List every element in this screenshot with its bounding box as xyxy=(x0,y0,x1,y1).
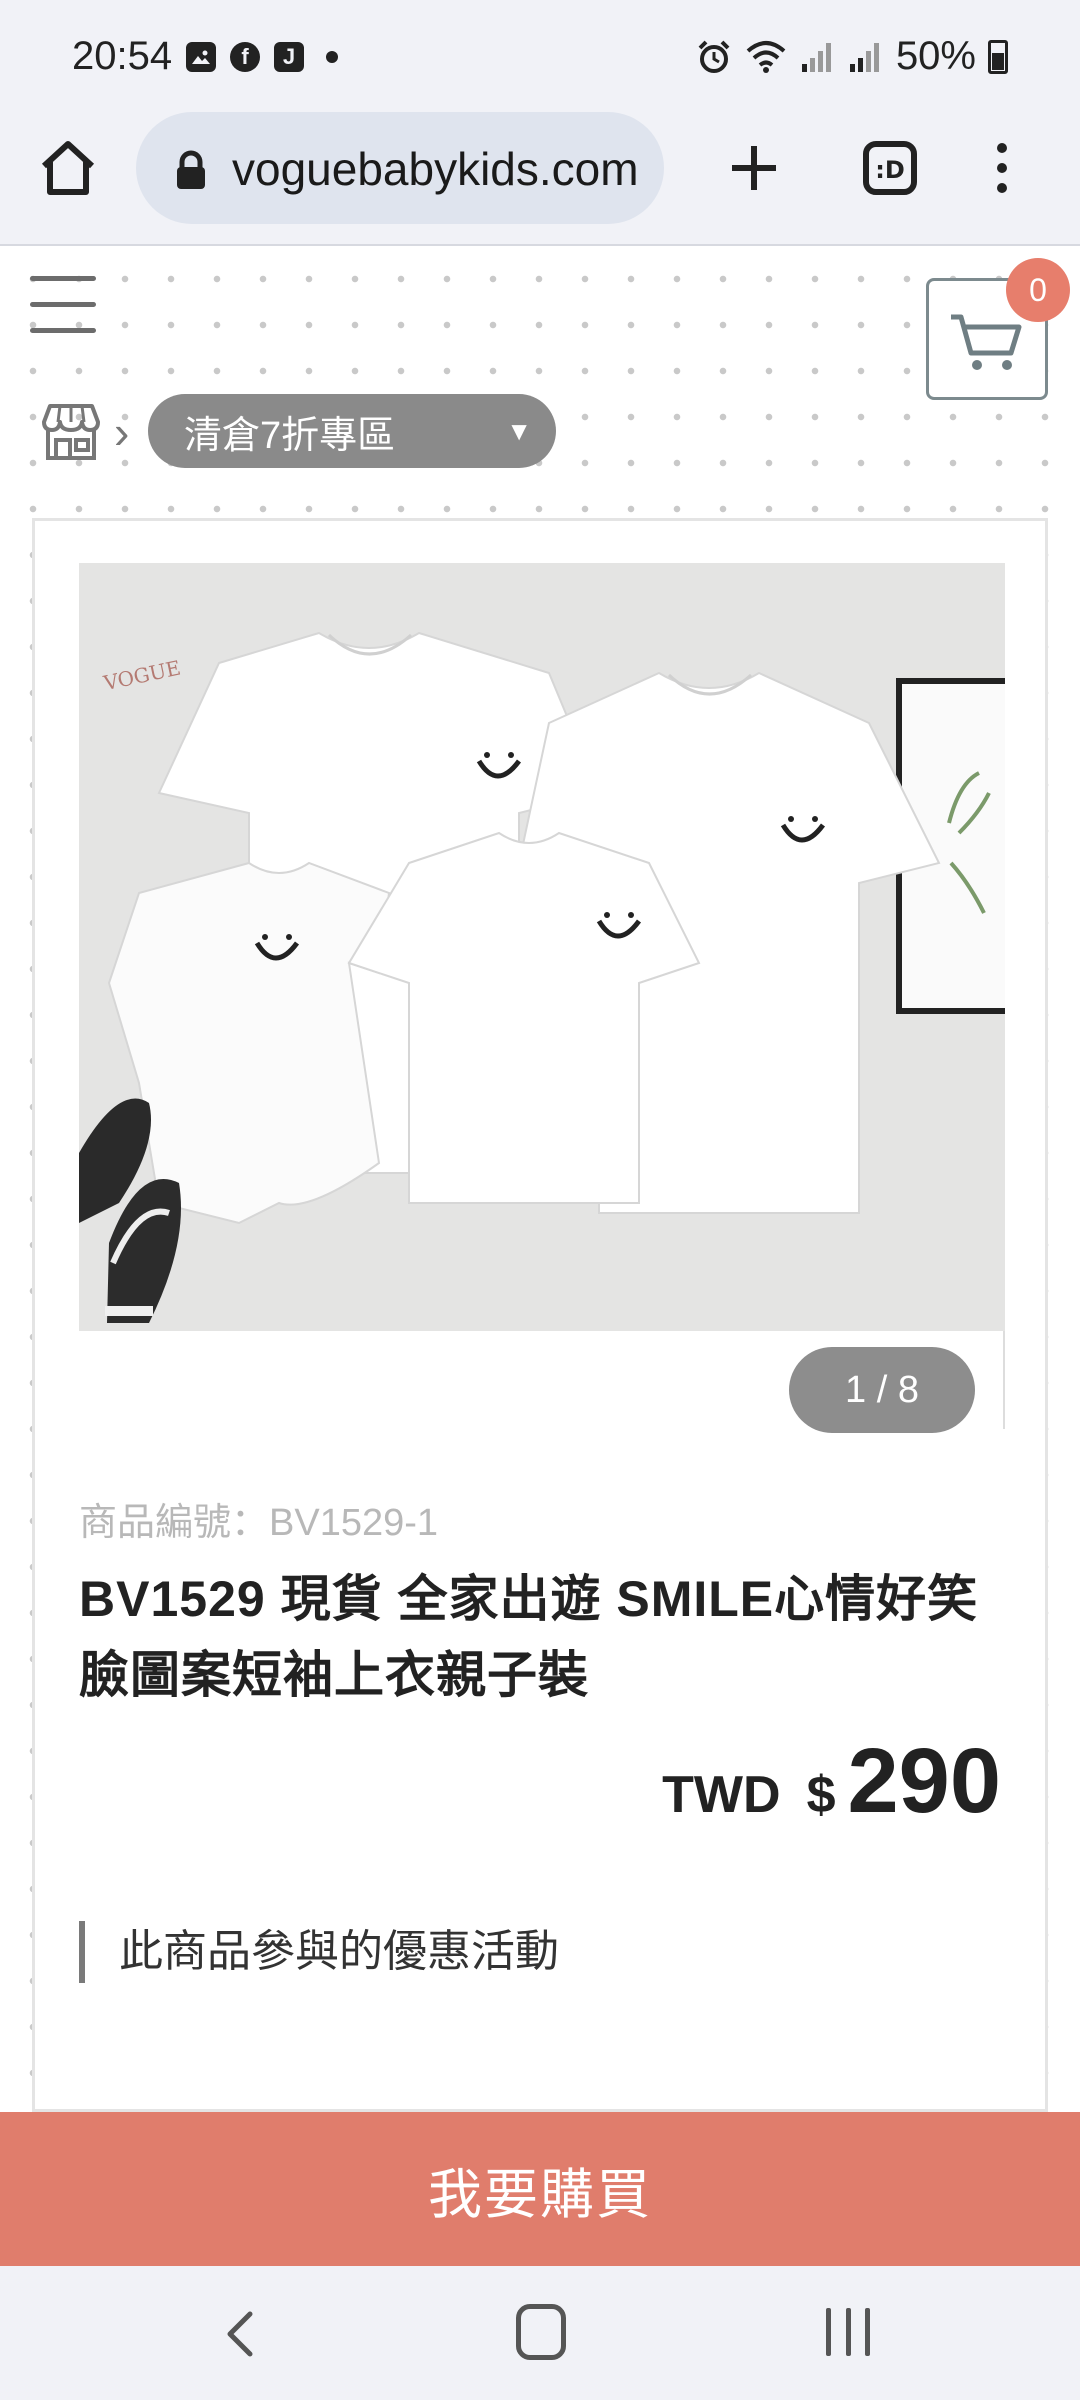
status-notification-icons: f J xyxy=(186,42,338,72)
dropdown-arrow-icon: ▼ xyxy=(506,416,532,446)
product-title: BV1529 現貨 全家出遊 SMILE心情好笑臉圖案短袖上衣親子裝 xyxy=(79,1571,979,1703)
store-icon[interactable] xyxy=(38,400,104,464)
system-nav-bar xyxy=(0,2266,1080,2400)
signal-icon xyxy=(801,42,831,72)
price-value: 290 xyxy=(847,1730,1002,1832)
lock-icon xyxy=(177,150,205,189)
battery-percent: 50% xyxy=(895,34,976,78)
web-page: 0 › 清倉7折專區 ▼ VOGUE 1 / 8 商品編號：BV1529-1 B… xyxy=(0,246,1080,2112)
recent-apps-icon[interactable] xyxy=(826,2308,870,2356)
hamburger-menu-icon[interactable] xyxy=(30,276,96,333)
signal-icon xyxy=(849,42,879,72)
alarm-icon xyxy=(698,40,730,73)
facebook-icon: f xyxy=(230,42,260,72)
product-sku: 商品編號：BV1529-1 xyxy=(79,1502,439,1544)
url-text: voguebabykids.com xyxy=(232,143,639,195)
category-dropdown-label: 清倉7折專區 xyxy=(184,414,396,457)
new-tab-icon[interactable] xyxy=(722,136,786,200)
wifi-icon xyxy=(746,40,786,73)
home-icon[interactable] xyxy=(36,136,100,200)
address-bar[interactable]: voguebabykids.com xyxy=(136,112,664,224)
price-symbol: $ xyxy=(806,1766,836,1824)
price-currency: TWD xyxy=(662,1766,781,1824)
dot-icon xyxy=(326,51,338,63)
chevron-right-icon: › xyxy=(114,406,130,458)
status-bar: 20:54 f J 50% xyxy=(0,0,1080,112)
browser-toolbar: voguebabykids.com :D xyxy=(0,112,1080,246)
more-menu-icon[interactable] xyxy=(970,136,1034,200)
status-time: 20:54 xyxy=(72,34,173,78)
tab-switcher-icon[interactable]: :D xyxy=(858,136,922,200)
promotions-heading: 此商品參與的優惠活動 xyxy=(79,1921,559,1983)
svg-text::D: :D xyxy=(875,156,905,184)
status-system-icons: 50% xyxy=(696,34,1008,79)
product-card: VOGUE 1 / 8 商品編號：BV1529-1 BV1529 現貨 全家出遊… xyxy=(32,518,1048,2112)
category-dropdown[interactable]: 清倉7折專區 ▼ xyxy=(148,394,556,468)
product-price: TWD $ 290 xyxy=(662,1729,1001,1834)
product-image[interactable]: VOGUE xyxy=(79,563,1005,1331)
battery-icon xyxy=(988,39,1008,74)
cart-count-badge: 0 xyxy=(1006,258,1070,322)
image-counter: 1 / 8 xyxy=(789,1347,975,1433)
gallery-icon xyxy=(186,42,216,72)
home-icon[interactable] xyxy=(516,2304,566,2360)
buy-now-button[interactable]: 我要購買 xyxy=(0,2112,1080,2266)
back-icon[interactable] xyxy=(214,2306,270,2362)
j-app-icon: J xyxy=(274,42,304,72)
